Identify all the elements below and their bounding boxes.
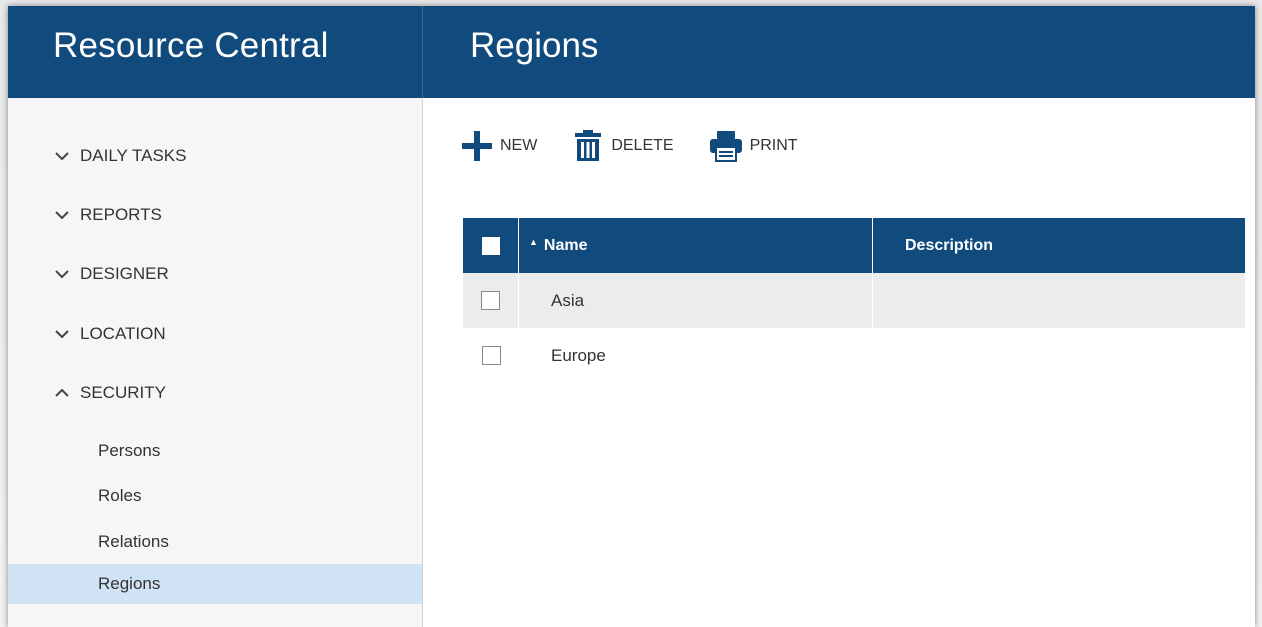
header-brand-area: Resource Central: [8, 6, 423, 98]
app-header: Resource Central: [8, 6, 1255, 98]
sidebar-item-label: LOCATION: [80, 324, 166, 343]
grid-header-row: ▲ Name Description: [463, 218, 1245, 273]
delete-button-label: DELETE: [611, 137, 674, 154]
sidebar-item-label: DESIGNER: [80, 264, 169, 283]
new-button[interactable]: NEW: [460, 129, 537, 163]
sidebar-item-security[interactable]: SECURITY: [8, 375, 422, 411]
app-window: Resource Central Regions DAILY TASKS REP…: [8, 6, 1255, 627]
row-select-cell: [463, 328, 519, 383]
sidebar-item-label: DAILY TASKS: [80, 146, 187, 165]
sidebar-item-location[interactable]: LOCATION: [8, 316, 422, 352]
chevron-down-icon: [55, 211, 69, 220]
app-title: Resource Central: [53, 26, 329, 65]
cell-name: Europe: [551, 345, 606, 365]
page-title: Regions: [470, 26, 599, 65]
cell-name: Asia: [519, 273, 873, 328]
delete-button[interactable]: DELETE: [571, 129, 674, 163]
print-button-label: PRINT: [749, 137, 798, 154]
row-checkbox[interactable]: [481, 291, 500, 310]
plus-icon: [462, 131, 492, 161]
table-row[interactable]: Asia: [463, 273, 1245, 328]
sidebar-item-reports[interactable]: REPORTS: [8, 197, 422, 233]
row-select-cell: [463, 273, 519, 328]
new-button-label: NEW: [500, 137, 538, 154]
row-checkbox[interactable]: [481, 346, 501, 365]
sidebar: DAILY TASKS REPORTS DESIGNER LOCATION SE…: [8, 98, 423, 627]
cell-description: [873, 328, 1245, 383]
sidebar-item-daily-tasks[interactable]: DAILY TASKS: [8, 138, 422, 174]
sort-ascending-icon: ▲: [529, 236, 538, 247]
sidebar-item-relations[interactable]: Relations: [8, 522, 422, 562]
sidebar-item-persons[interactable]: Persons: [8, 431, 422, 471]
trash-icon: [575, 130, 602, 161]
chevron-up-icon: [55, 388, 69, 397]
chevron-down-icon: [55, 152, 69, 161]
chevron-down-icon: [55, 270, 69, 279]
toolbar: NEW DELETE PRINT: [460, 128, 832, 164]
sidebar-item-regions[interactable]: Regions: [8, 564, 422, 604]
printer-icon: [709, 131, 742, 162]
chevron-down-icon: [55, 330, 69, 339]
select-all-checkbox[interactable]: [481, 236, 500, 255]
print-button[interactable]: PRINT: [708, 129, 798, 163]
sidebar-item-label: SECURITY: [80, 383, 166, 402]
column-header-label: Description: [905, 236, 994, 254]
column-header-label: Name: [543, 236, 588, 254]
table-row[interactable]: Europe: [463, 328, 1245, 383]
sidebar-item-designer[interactable]: DESIGNER: [8, 256, 422, 292]
header-select-cell: [463, 218, 519, 273]
sidebar-item-roles[interactable]: Roles: [8, 476, 422, 516]
sidebar-item-label: REPORTS: [80, 205, 162, 224]
regions-grid: ▲ Name Description Asia Europe: [463, 218, 1245, 383]
cell-description: [873, 273, 1245, 328]
column-header-name[interactable]: ▲ Name: [519, 218, 873, 273]
column-header-description[interactable]: Description: [873, 218, 1245, 273]
